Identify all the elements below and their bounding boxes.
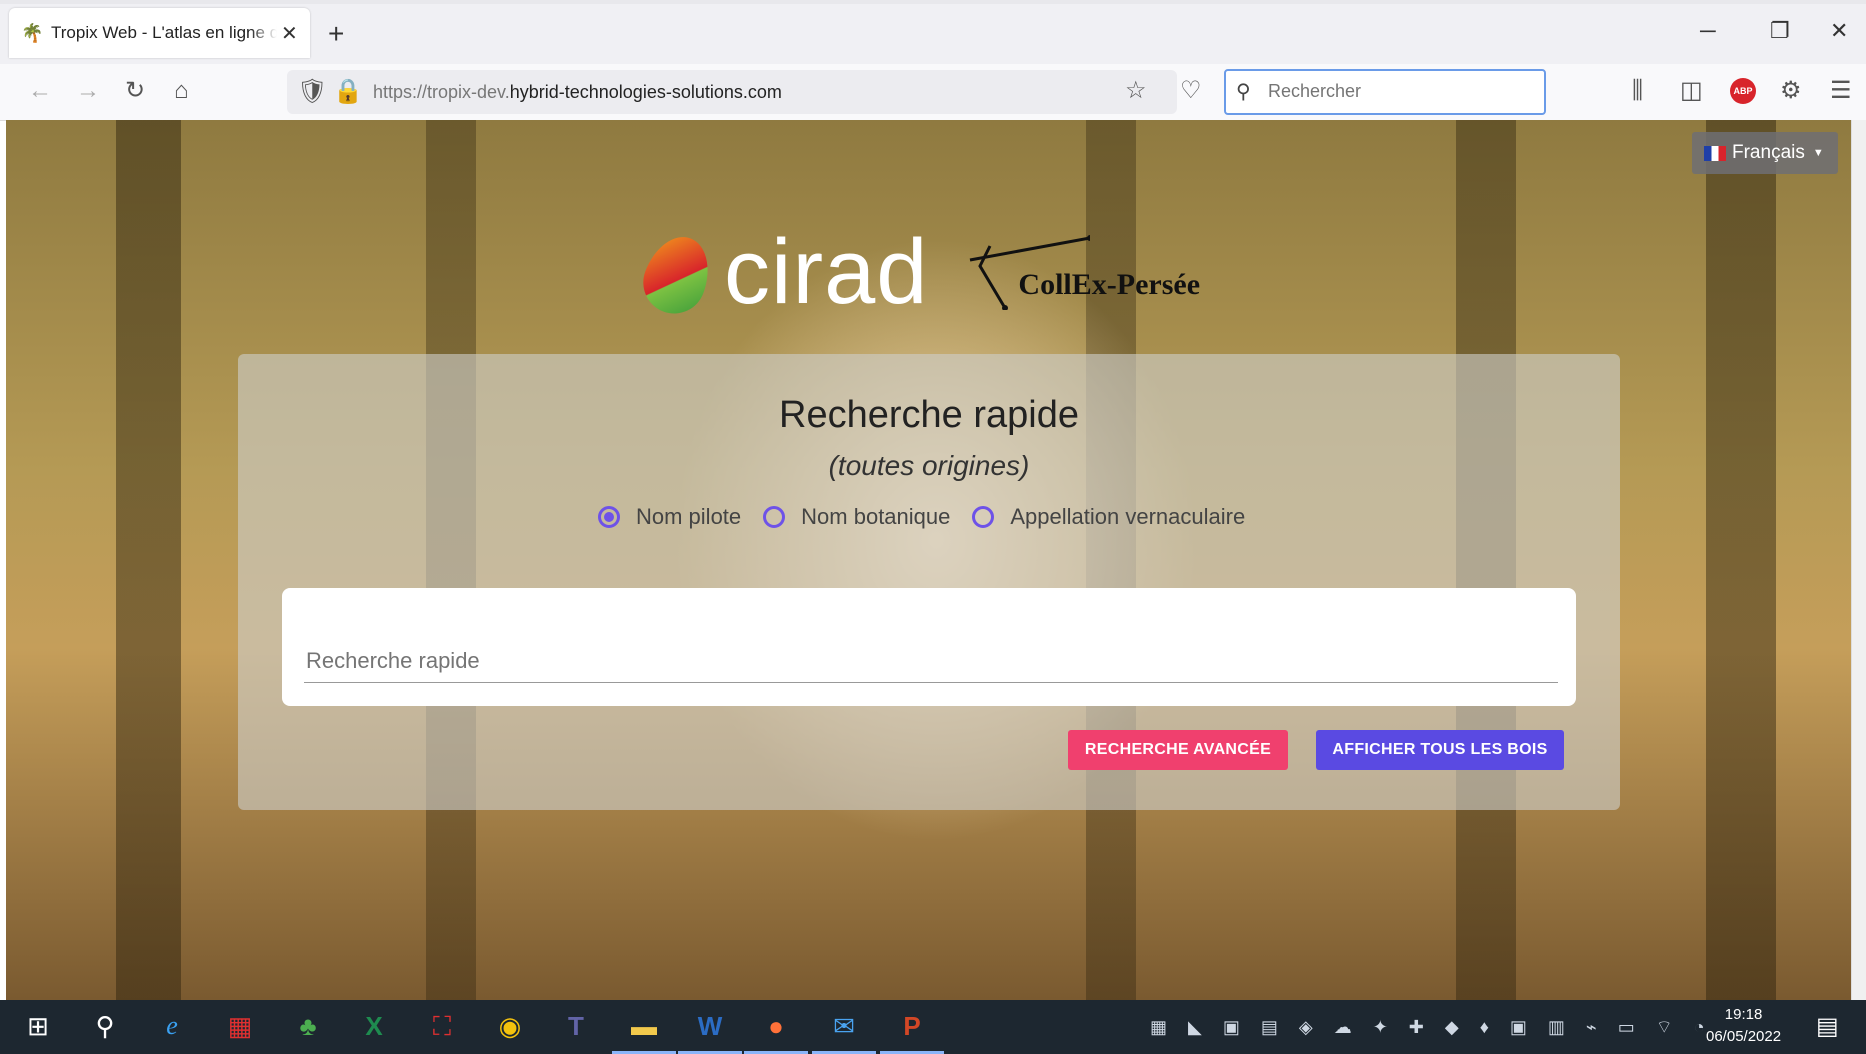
pocket-icon[interactable]: ♡ — [1180, 78, 1202, 104]
new-tab-button[interactable]: + — [328, 20, 344, 48]
page-title: Recherche rapide — [779, 394, 1079, 436]
clock-time: 19:18 — [1724, 1006, 1763, 1023]
chrome-icon[interactable]: ◉ — [490, 1010, 530, 1042]
browser-search-input[interactable] — [1266, 80, 1530, 103]
adblock-icon[interactable]: ABP — [1730, 78, 1756, 104]
scrollbar[interactable] — [1851, 120, 1866, 1000]
radio-checked-icon[interactable] — [598, 506, 620, 528]
radio-nom-botanique[interactable]: Nom botanique — [763, 504, 950, 530]
language-label: Français — [1732, 142, 1805, 163]
minimize-icon[interactable]: ─ — [1700, 18, 1716, 44]
powerpoint-icon[interactable]: P — [880, 1010, 944, 1054]
url-prefix: https://tropix-dev. — [373, 82, 510, 102]
file-explorer-icon[interactable]: ▬ — [612, 1010, 676, 1054]
excel-icon[interactable]: X — [354, 1010, 394, 1042]
url-domain: hybrid-technologies-solutions.com — [509, 82, 782, 102]
france-flag-icon — [1704, 145, 1726, 161]
system-tray-icons[interactable]: ▦ ◣ ▣ ▤ ◈ ☁ ✦ ✚ ◆ ♦ ▣ ▥ ⌁ ▭ ⌔ ◔ — [1150, 1016, 1713, 1039]
collex-constellation-icon — [969, 235, 1090, 310]
quick-search-input[interactable] — [304, 640, 1558, 683]
logo: cirad CollEx-Persée — [634, 221, 1200, 323]
radio-appellation-vernaculaire[interactable]: Appellation vernaculaire — [972, 504, 1245, 530]
radio-label: Appellation vernaculaire — [1010, 504, 1246, 529]
navigation-bar: ← → ↻ ⌂ 🛡 🔒 https://tropix-dev.hybrid-te… — [0, 64, 1866, 121]
home-icon[interactable]: ⌂ — [174, 78, 189, 104]
caret-down-icon: ▼ — [1812, 147, 1824, 159]
browser-tab[interactable]: 🌴 Tropix Web - L'atlas en ligne des bois… — [9, 8, 310, 58]
extensions-icon[interactable]: ⚙ — [1780, 78, 1802, 104]
reload-icon[interactable]: ↻ — [125, 78, 145, 104]
page-subtitle: (toutes origines) — [828, 450, 1030, 481]
taskbar: ⊞ ⚲ e ▦ ♣ X ⛶ ◉ T ▬ W ● ✉ P ▦ ◣ ▣ ▤ ◈ ☁ … — [0, 1000, 1866, 1054]
search-type-radios: Nom pilote Nom botanique Appellation ver… — [598, 504, 1267, 530]
search-icon: ⚲ — [1236, 81, 1251, 103]
word-icon[interactable]: W — [678, 1010, 742, 1054]
radio-unchecked-icon[interactable] — [972, 506, 995, 528]
library-icon[interactable]: ⫼ — [1632, 78, 1643, 104]
radio-label: Nom pilote — [636, 504, 742, 529]
url-text[interactable]: https://tropix-dev.hybrid-technologies-s… — [373, 82, 782, 103]
tree-app-icon[interactable]: ♣ — [288, 1010, 328, 1042]
search-card — [282, 588, 1576, 706]
app-icon[interactable]: ▦ — [220, 1010, 260, 1042]
outlook-icon[interactable]: ✉ — [812, 1010, 876, 1054]
back-icon[interactable]: ← — [28, 78, 52, 104]
tab-bar: 🌴 Tropix Web - L'atlas en ligne des bois… — [0, 4, 1866, 64]
language-selector[interactable]: Français ▼ — [1692, 132, 1838, 174]
teams-icon[interactable]: T — [556, 1010, 596, 1042]
radio-nom-pilote[interactable]: Nom pilote — [598, 504, 741, 530]
advanced-search-button[interactable]: RECHERCHE AVANCÉE — [1068, 730, 1288, 770]
lock-icon[interactable]: 🔒 — [333, 79, 363, 105]
windows-start-icon[interactable]: ⊞ — [18, 1010, 58, 1042]
cirad-logo-text: cirad — [724, 221, 929, 323]
address-bar[interactable]: 🛡 🔒 https://tropix-dev.hybrid-technologi… — [287, 70, 1177, 114]
taskbar-search-icon[interactable]: ⚲ — [85, 1010, 125, 1042]
sidebar-icon[interactable]: ◫ — [1680, 78, 1703, 104]
tab-title: Tropix Web - L'atlas en ligne des bois t… — [51, 23, 277, 42]
quick-search-panel: Recherche rapide (toutes origines) Nom p… — [238, 354, 1620, 810]
window-close-icon[interactable]: ✕ — [1830, 18, 1848, 44]
restore-icon[interactable]: ❐ — [1770, 18, 1790, 44]
edge-icon[interactable]: e — [152, 1010, 192, 1042]
forward-icon[interactable]: → — [76, 78, 100, 104]
palm-tree-icon: 🌴 — [21, 22, 44, 43]
pdf-icon[interactable]: ⛶ — [422, 1010, 462, 1042]
system-clock[interactable]: 19:18 06/05/2022 — [1706, 1004, 1781, 1048]
bookmark-star-icon[interactable]: ☆ — [1125, 78, 1147, 104]
menu-icon[interactable]: ☰ — [1830, 78, 1852, 104]
close-tab-icon[interactable]: ✕ — [281, 21, 298, 46]
page-background: Français ▼ cirad CollEx-Persée Recherche… — [6, 120, 1851, 1000]
firefox-icon[interactable]: ● — [744, 1010, 808, 1054]
browser-search[interactable]: ⚲ — [1224, 69, 1546, 115]
notifications-icon[interactable]: ▤ — [1816, 1012, 1839, 1041]
shield-icon[interactable]: 🛡 — [297, 79, 327, 105]
radio-label: Nom botanique — [801, 504, 951, 529]
show-all-woods-button[interactable]: AFFICHER TOUS LES BOIS — [1316, 730, 1564, 770]
cirad-leaf-icon — [634, 227, 720, 323]
clock-date: 06/05/2022 — [1706, 1028, 1782, 1045]
radio-unchecked-icon[interactable] — [763, 506, 786, 528]
